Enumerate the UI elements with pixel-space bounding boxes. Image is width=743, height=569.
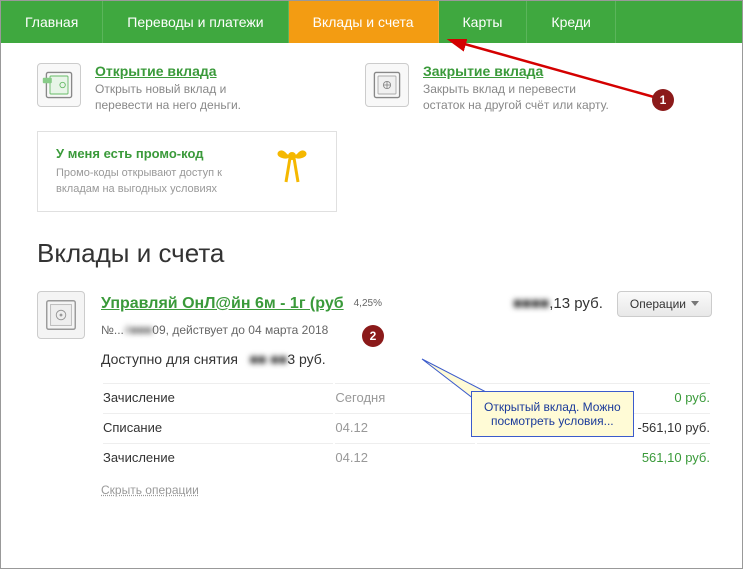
safe-close-icon [365,63,409,107]
annotation-marker-2: 2 [362,325,384,347]
deposit-number: №...4■■■09, действует до 04 марта 2018 [101,323,712,337]
deposit-safe-icon [37,291,85,339]
promo-code-box[interactable]: У меня есть промо-код Промо-коды открыва… [37,131,337,212]
nav-deposits[interactable]: Вклады и счета [289,1,439,43]
deposit-name-link[interactable]: Управляй ОнЛ@йн 6м - 1г (руб [101,295,344,313]
top-navigation: Главная Переводы и платежи Вклады и счет… [1,1,742,43]
safe-open-icon [37,63,81,107]
chevron-down-icon [691,301,699,306]
nav-home[interactable]: Главная [1,1,103,43]
open-deposit-card: Открытие вклада Открыть новый вклад и пе… [37,63,285,113]
page-title: Вклады и счета [37,238,712,269]
nav-credit[interactable]: Креди [527,1,615,43]
open-deposit-link[interactable]: Открытие вклада [95,63,285,79]
close-deposit-card: Закрытие вклада Закрыть вклад и перевест… [365,63,613,113]
open-deposit-desc: Открыть новый вклад и перевести на него … [95,82,285,113]
annotation-marker-1: 1 [652,89,674,111]
bow-icon [272,142,322,191]
annotation-callout: Открытый вклад. Можно посмотреть условия… [471,391,634,437]
available-amount: Доступно для снятия ■■ ■■3 руб. [101,351,712,367]
close-deposit-desc: Закрыть вклад и перевести остаток на дру… [423,82,613,113]
deposit-balance: ■■■■,13 руб. [513,295,603,312]
table-row: Зачисление 04.12 561,10 руб. [103,443,710,471]
nav-cards[interactable]: Карты [439,1,528,43]
promo-desc: Промо-коды открывают доступ к вкладам на… [56,166,246,197]
nav-transfers[interactable]: Переводы и платежи [103,1,288,43]
hide-operations-link[interactable]: Скрыть операции [101,483,199,497]
deposit-rate: 4,25% [354,298,382,309]
operations-button[interactable]: Операции [617,291,712,317]
close-deposit-link[interactable]: Закрытие вклада [423,63,613,79]
